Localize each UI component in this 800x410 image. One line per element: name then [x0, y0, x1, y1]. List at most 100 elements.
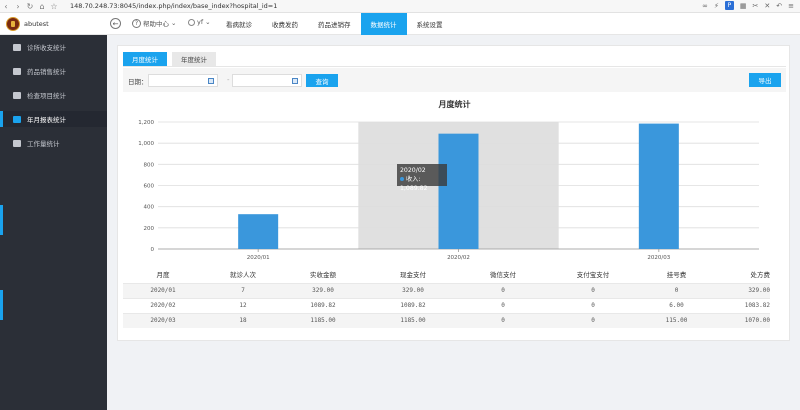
sidebar-item-workload[interactable]: 工作量统计 [0, 135, 107, 151]
close-icon[interactable]: ✕ [764, 2, 770, 10]
user-name: yf [197, 18, 204, 26]
y-tick-label: 600 [144, 184, 155, 190]
calendar-icon[interactable] [208, 78, 214, 84]
top-nav: 看病就诊 收费发药 药品进销存 数据统计 系统设置 [216, 13, 453, 35]
y-tick-label: 800 [144, 162, 155, 168]
table-cell: 7 [203, 282, 283, 298]
date-label: 日期： [128, 78, 148, 86]
user-menu[interactable]: yf ⌄ [188, 18, 211, 26]
x-tick-label: 2020/03 [647, 255, 670, 261]
bar-chart-icon [13, 91, 21, 99]
grid-icon[interactable]: ▦ [740, 2, 747, 10]
query-button[interactable]: 查询 [306, 74, 338, 87]
nav-billing[interactable]: 收费发药 [262, 13, 308, 35]
nav-inventory[interactable]: 药品进销存 [308, 13, 361, 35]
sidebar-edge-marker [0, 290, 3, 320]
tab-monthly[interactable]: 月度统计 [123, 52, 167, 66]
scissors-icon[interactable]: ✂ [753, 2, 759, 10]
table-cell: 6.00 [643, 297, 710, 313]
tooltip-value: 收入: 1,089.82 [400, 176, 428, 192]
end-date-input[interactable] [232, 74, 302, 87]
table-cell: 1070.00 [710, 312, 770, 328]
sidebar-item-monthly-report[interactable]: 年月报表统计 [0, 111, 107, 127]
address-bar[interactable]: 148.70.248.73:8045/index.php/index/base_… [70, 2, 277, 10]
sidebar-item-label: 检查项目统计 [27, 92, 66, 100]
forward-icon[interactable]: › [12, 0, 24, 12]
x-tick-label: 2020/01 [247, 255, 270, 261]
export-button[interactable]: 导出 [749, 73, 781, 87]
table-cell: 0 [463, 282, 543, 298]
table-cell: 1185.00 [363, 312, 463, 328]
sidebar-item-label: 药品销售统计 [27, 68, 66, 76]
monthly-bar-chart: 02004006008001,0001,2002020/01 2020/02 202… [138, 120, 759, 261]
collapse-sidebar-icon[interactable]: ← [110, 18, 121, 29]
browser-toolbar: ‹ › ↻ ⌂ ☆ 148.70.248.73:8045/index.php/i… [0, 0, 800, 13]
table-cell: 1185.00 [283, 312, 363, 328]
bar [638, 123, 679, 249]
bookmark-icon[interactable]: ☆ [48, 0, 60, 12]
table-row: 2020/03 18 1185.00 1185.00 0 0 115.00 10… [123, 312, 770, 328]
column-header: 月度 [156, 270, 170, 279]
main-panel: 月度统计 年度统计 日期： - 查询 导出 月度统计 0 200 400 600 800… [117, 45, 790, 341]
nav-statistics[interactable]: 数据统计 [360, 13, 407, 35]
chart-title: 月度统计 [438, 100, 471, 109]
table-cell: 1089.82 [283, 297, 363, 313]
pie-chart-icon [13, 43, 21, 51]
table-cell: 329.00 [283, 282, 363, 298]
y-tick-label: 1,000 [138, 141, 154, 147]
line-chart-icon [13, 115, 21, 123]
nav-settings[interactable]: 系统设置 [407, 13, 453, 35]
sidebar-item-drug-sales[interactable]: 药品销售统计 [0, 63, 107, 79]
back-icon[interactable]: ‹ [0, 0, 12, 12]
table-cell: 0 [643, 282, 710, 298]
column-header: 实收金额 [310, 270, 336, 279]
help-center-menu[interactable]: ? 帮助中心 ⌄ [132, 18, 176, 28]
sidebar-item-income-expense[interactable]: 诊所收支统计 [0, 39, 107, 55]
tooltip-title: 2020/02 [400, 167, 426, 174]
link-icon[interactable]: ∞ [702, 2, 708, 10]
start-date-input[interactable] [148, 74, 218, 87]
y-tick-label: 0 [151, 247, 155, 253]
help-icon: ? [132, 18, 141, 28]
table-cell: 1089.82 [363, 297, 463, 313]
calculator-icon [13, 139, 21, 147]
table-cell: 12 [203, 297, 283, 313]
table-cell: 18 [203, 312, 283, 328]
undo-icon[interactable]: ↶ [776, 2, 782, 10]
table-cell: 115.00 [643, 312, 710, 328]
home-icon[interactable]: ⌂ [36, 0, 48, 12]
sidebar-item-label: 工作量统计 [27, 140, 60, 148]
column-header: 现金支付 [400, 270, 426, 279]
chevron-down-icon: ⌄ [171, 19, 177, 27]
p-extension-icon[interactable]: P [724, 1, 734, 10]
table-cell: 0 [463, 297, 543, 313]
menu-icon[interactable]: ≡ [788, 2, 794, 10]
table-cell: 0 [463, 312, 543, 328]
stats-table: 月度 就诊人次 实收金额 现金支付 微信支付 支付宝支付 挂号费 处方费 202… [123, 265, 770, 328]
tab-divider [123, 66, 786, 67]
bar [238, 214, 279, 249]
chevron-down-icon: ⌄ [205, 18, 211, 26]
lightning-icon[interactable]: ⚡ [714, 2, 719, 10]
x-tick-label: 2020/02 [447, 255, 470, 261]
y-tick-label: 200 [144, 226, 155, 232]
sidebar-item-label: 年月报表统计 [27, 116, 66, 124]
table-cell: 0 [543, 297, 643, 313]
period-tabs: 月度统计 年度统计 [123, 52, 216, 66]
nav-visit[interactable]: 看病就诊 [216, 13, 262, 35]
hospital-logo [6, 17, 20, 31]
column-header: 微信支付 [490, 270, 516, 279]
table-row: 2020/02 12 1089.82 1089.82 0 0 6.00 1083… [123, 297, 770, 313]
reload-icon[interactable]: ↻ [24, 0, 36, 12]
table-cell: 329.00 [710, 282, 770, 298]
bar [438, 133, 479, 249]
sidebar-edge-marker [0, 205, 3, 235]
table-header-row: 月度 就诊人次 实收金额 现金支付 微信支付 支付宝支付 挂号费 处方费 [123, 265, 771, 283]
table-cell: 2020/02 [123, 297, 203, 313]
chart-tooltip: 2020/02 收入: 1,089.82 [397, 164, 447, 192]
tab-yearly[interactable]: 年度统计 [172, 52, 216, 66]
sidebar-item-exam[interactable]: 检查项目统计 [0, 87, 107, 103]
calendar-icon[interactable] [292, 78, 298, 84]
column-header: 挂号费 [666, 270, 687, 279]
browser-extension-icons: ∞ ⚡ P ▦ ✂ ✕ ↶ ≡ [702, 1, 794, 10]
